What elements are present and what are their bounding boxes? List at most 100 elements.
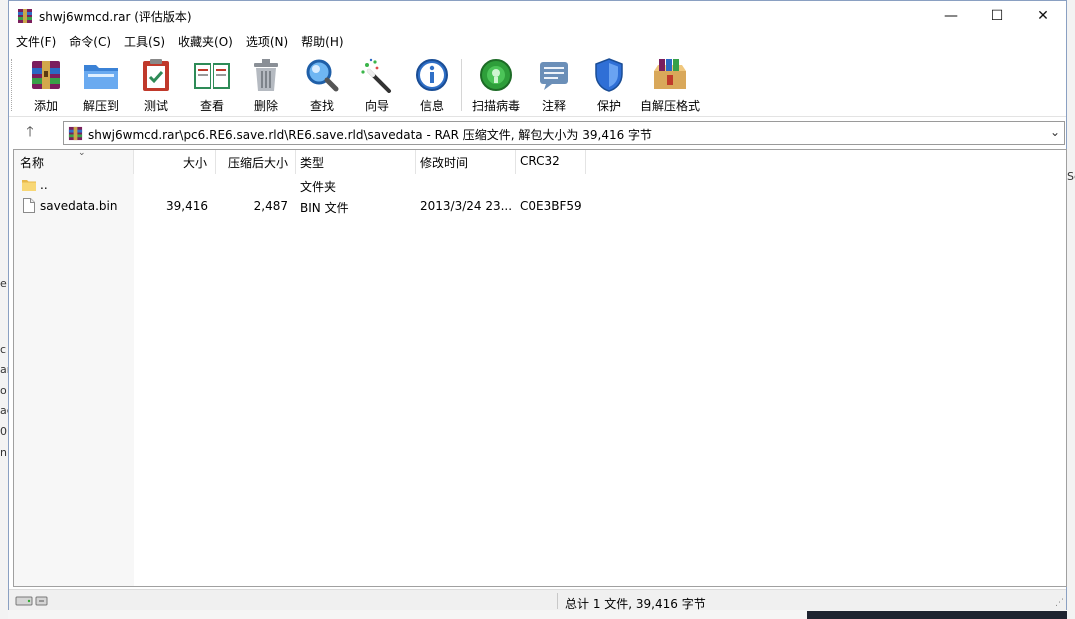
delete-label: 删除 <box>253 99 278 113</box>
column-header-modified[interactable]: 修改时间 <box>416 150 516 174</box>
column-header-packed-label: 压缩后大小 <box>228 156 289 170</box>
column-header-packed[interactable]: 压缩后大小 <box>216 150 296 174</box>
up-one-level-button[interactable]: 🡑 <box>19 122 41 144</box>
window-title: shwj6wmcd.rar (评估版本) <box>39 10 192 24</box>
toolbar-grip[interactable] <box>11 59 13 111</box>
protect-label: 保护 <box>596 99 621 113</box>
address-bar[interactable]: shwj6wmcd.rar\pc6.RE6.save.rld\RE6.save.… <box>63 121 1065 145</box>
maximize-icon: ☐ <box>990 8 1004 24</box>
column-header-modified-label: 修改时间 <box>420 156 469 170</box>
background-taskbar-strip <box>8 609 1067 619</box>
comment-button[interactable]: 注释 <box>529 56 579 114</box>
wizard-wand-icon <box>361 58 391 93</box>
sfx-button[interactable]: 自解压格式 <box>640 56 700 114</box>
sfx-label: 自解压格式 <box>640 99 701 113</box>
menu-file[interactable]: 文件(F) <box>15 31 62 51</box>
info-icon <box>416 58 448 91</box>
comment-label: 注释 <box>541 99 566 113</box>
toolbar: 添加 解压到 测试 查看 删除 查找 向导 信息 扫描病毒 注释 保护 自解压格… <box>9 53 1066 117</box>
menu-help[interactable]: 帮助(H) <box>300 31 349 51</box>
file-icon <box>23 198 35 213</box>
winrar-app-icon <box>18 9 32 23</box>
protect-button[interactable]: 保护 <box>584 56 634 114</box>
rar-archive-icon <box>68 126 83 141</box>
virus-scan-button[interactable]: 扫描病毒 <box>471 56 521 114</box>
row-packed-size: 2,487 <box>253 199 288 213</box>
extract-to-button[interactable]: 解压到 <box>76 56 126 114</box>
toolbar-separator <box>461 59 462 111</box>
title-bar[interactable]: shwj6wmcd.rar (评估版本) — ☐ ✕ <box>9 1 1066 31</box>
arrow-up-icon: 🡑 <box>26 124 34 140</box>
find-button[interactable]: 查找 <box>297 56 347 114</box>
background-text: n <box>0 446 7 459</box>
wizard-button[interactable]: 向导 <box>352 56 402 114</box>
winrar-window: shwj6wmcd.rar (评估版本) — ☐ ✕ 文件(F) 命令(C) 工… <box>8 0 1067 611</box>
comment-icon <box>540 61 568 90</box>
menu-commands[interactable]: 命令(C) <box>68 31 117 51</box>
info-label: 信息 <box>419 99 444 113</box>
wizard-label: 向导 <box>364 99 389 113</box>
column-header-size[interactable]: 大小 <box>134 150 216 174</box>
column-header-size-label: 大小 <box>182 156 207 170</box>
row-size: 39,416 <box>166 199 208 213</box>
sfx-box-icon <box>654 58 686 89</box>
find-label: 查找 <box>309 99 334 113</box>
drive-icon[interactable] <box>15 594 49 608</box>
row-modified: 2013/3/24 23... <box>420 199 513 213</box>
minimize-button[interactable]: — <box>928 1 974 31</box>
test-button[interactable]: 测试 <box>131 56 181 114</box>
column-header-name-label: 名称 <box>20 156 45 170</box>
folder-icon <box>22 180 36 191</box>
extract-folder-icon <box>84 64 118 89</box>
background-text: c <box>0 343 7 356</box>
row-name: .. <box>40 178 48 192</box>
status-summary: 总计 1 文件, 39,416 字节 <box>565 597 706 611</box>
background-window-right: Se <box>1067 0 1075 619</box>
shield-icon <box>595 57 623 92</box>
info-button[interactable]: 信息 <box>407 56 457 114</box>
menu-bar: 文件(F) 命令(C) 工具(S) 收藏夹(O) 选项(N) 帮助(H) <box>9 31 1066 51</box>
maximize-button[interactable]: ☐ <box>974 1 1020 31</box>
menu-favorites[interactable]: 收藏夹(O) <box>177 31 239 51</box>
delete-button[interactable]: 删除 <box>241 56 291 114</box>
extract-to-label: 解压到 <box>82 99 119 113</box>
virus-scan-icon <box>480 58 512 91</box>
column-header-crc32-label: CRC32 <box>520 154 560 168</box>
sort-chevron-icon: ⌄ <box>78 148 86 158</box>
menu-options[interactable]: 选项(N) <box>245 31 294 51</box>
resize-grip-icon[interactable]: ⋰ <box>1055 598 1064 608</box>
status-separator <box>557 593 558 609</box>
row-type: 文件夹 <box>300 180 337 194</box>
column-header-type[interactable]: 类型 <box>296 150 416 174</box>
row-crc32: C0E3BF59 <box>520 199 582 213</box>
column-header-crc32[interactable]: CRC32 <box>516 150 586 174</box>
virus-scan-label: 扫描病毒 <box>471 99 520 113</box>
background-window-left: e c ar o ac 0. n <box>0 0 13 619</box>
add-button[interactable]: 添加 <box>21 56 71 114</box>
close-button[interactable]: ✕ <box>1020 1 1066 31</box>
address-row: 🡑 shwj6wmcd.rar\pc6.RE6.save.rld\RE6.sav… <box>9 119 1066 147</box>
menu-tools[interactable]: 工具(S) <box>123 31 171 51</box>
file-list[interactable]: 名称 ⌄ 大小 压缩后大小 类型 修改时间 CRC32 .. 文件夹 saved… <box>13 148 1067 587</box>
status-bar: 总计 1 文件, 39,416 字节 ⋰ <box>9 589 1066 611</box>
trash-can-icon <box>254 58 278 91</box>
close-icon: ✕ <box>1037 8 1049 24</box>
row-type: BIN 文件 <box>300 201 349 215</box>
view-book-icon <box>194 62 230 89</box>
minimize-icon: — <box>944 8 958 24</box>
chevron-down-icon[interactable]: ⌄ <box>1050 125 1060 139</box>
add-label: 添加 <box>33 99 58 113</box>
address-path: shwj6wmcd.rar\pc6.RE6.save.rld\RE6.save.… <box>88 128 653 142</box>
name-column-shade <box>14 150 134 586</box>
winrar-add-icon <box>32 60 60 89</box>
background-text: e <box>0 277 7 290</box>
test-label: 测试 <box>143 99 168 113</box>
column-header-type-label: 类型 <box>300 156 325 170</box>
background-text: Se <box>1067 170 1075 183</box>
row-name: savedata.bin <box>40 199 118 213</box>
test-clipboard-icon <box>143 58 169 91</box>
magnifier-icon <box>306 59 339 91</box>
view-button[interactable]: 查看 <box>187 56 237 114</box>
view-label: 查看 <box>199 99 224 113</box>
column-header-name[interactable]: 名称 ⌄ <box>20 148 134 174</box>
